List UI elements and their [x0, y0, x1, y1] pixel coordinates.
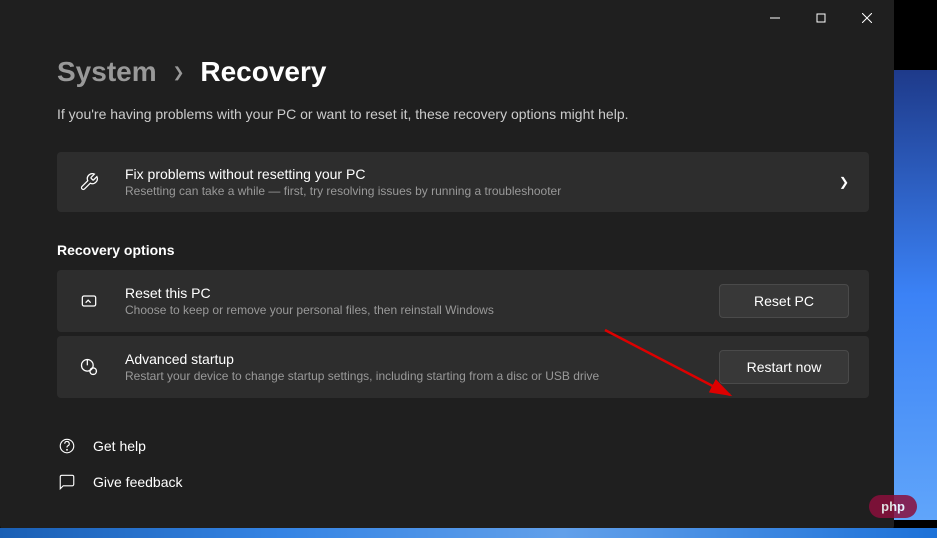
page-title: Recovery: [200, 56, 326, 88]
reset-pc-desc: Choose to keep or remove your personal f…: [125, 303, 719, 317]
desktop-background: [894, 70, 937, 520]
get-help-link[interactable]: Get help: [57, 428, 894, 464]
troubleshoot-title: Fix problems without resetting your PC: [125, 166, 839, 182]
get-help-label: Get help: [93, 438, 146, 454]
give-feedback-link[interactable]: Give feedback: [57, 464, 894, 500]
breadcrumb: System ❯ Recovery: [57, 56, 894, 88]
close-button[interactable]: [844, 2, 890, 34]
settings-window: System ❯ Recovery If you're having probl…: [0, 0, 894, 533]
breadcrumb-parent[interactable]: System: [57, 56, 157, 88]
maximize-button[interactable]: [798, 2, 844, 34]
chevron-right-icon: ❯: [173, 64, 185, 81]
page-subtitle: If you're having problems with your PC o…: [57, 106, 894, 122]
advanced-startup-title: Advanced startup: [125, 351, 719, 367]
reset-icon: [77, 289, 101, 313]
watermark-badge: php: [869, 495, 917, 518]
bottom-links: Get help Give feedback: [57, 428, 894, 500]
advanced-startup-card: Advanced startup Restart your device to …: [57, 336, 869, 398]
give-feedback-label: Give feedback: [93, 474, 183, 490]
taskbar: [0, 528, 937, 538]
advanced-startup-desc: Restart your device to change startup se…: [125, 369, 719, 383]
help-icon: [57, 436, 77, 456]
reset-pc-button[interactable]: Reset PC: [719, 284, 849, 318]
minimize-button[interactable]: [752, 2, 798, 34]
chevron-right-icon: ❯: [839, 175, 849, 189]
feedback-icon: [57, 472, 77, 492]
power-gear-icon: [77, 355, 101, 379]
wrench-icon: [77, 170, 101, 194]
restart-now-button[interactable]: Restart now: [719, 350, 849, 384]
troubleshoot-card[interactable]: Fix problems without resetting your PC R…: [57, 152, 869, 212]
settings-content: System ❯ Recovery If you're having probl…: [0, 36, 894, 500]
recovery-options-header: Recovery options: [57, 242, 894, 258]
reset-pc-title: Reset this PC: [125, 285, 719, 301]
troubleshoot-desc: Resetting can take a while — first, try …: [125, 184, 839, 198]
window-titlebar: [0, 0, 894, 36]
reset-pc-card: Reset this PC Choose to keep or remove y…: [57, 270, 869, 332]
